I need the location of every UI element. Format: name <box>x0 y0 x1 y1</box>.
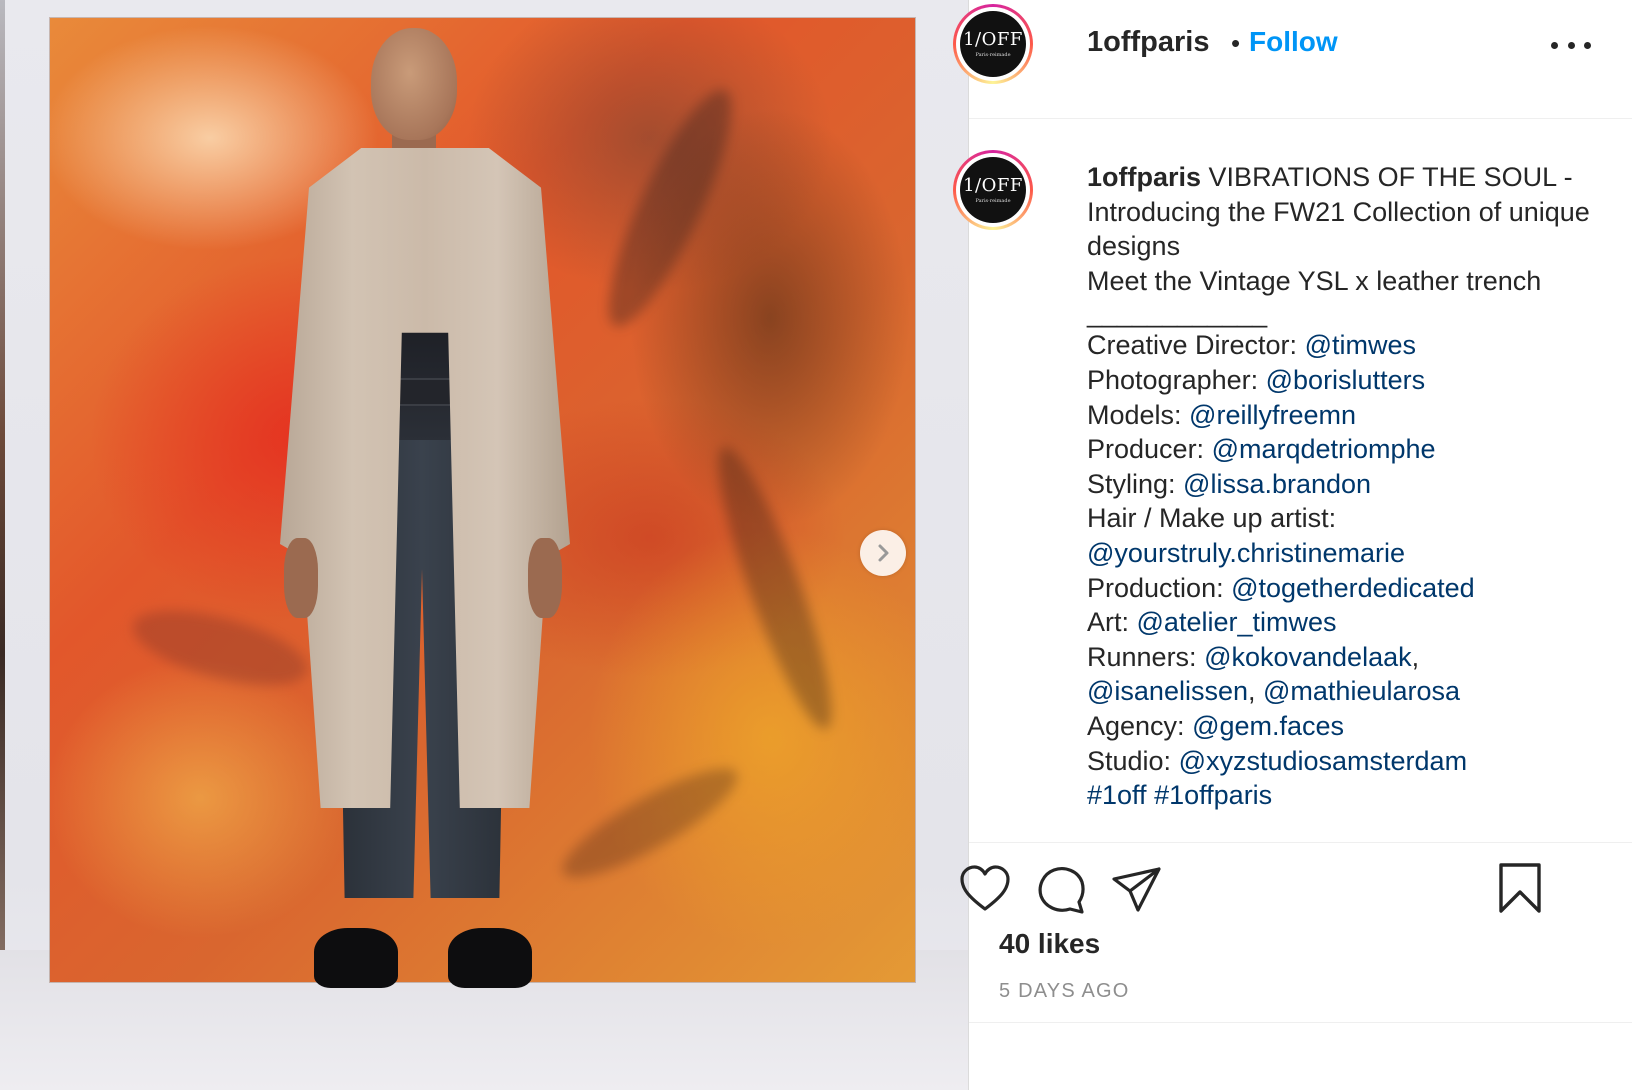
share-icon <box>1112 867 1161 912</box>
divider <box>969 842 1632 843</box>
caption-intro: 1offparis VIBRATIONS OF THE SOUL - Intro… <box>1087 160 1607 264</box>
credit-label: Producer: <box>1087 434 1212 465</box>
like-button[interactable] <box>959 864 1011 919</box>
avatar-border: 1/OFF Paris·reimade <box>956 7 1030 81</box>
post-media[interactable] <box>0 0 968 1090</box>
comment-button[interactable] <box>1035 864 1087 921</box>
next-image-button[interactable] <box>860 530 906 576</box>
mention-link[interactable]: @yourstruly.christinemarie <box>1087 538 1405 568</box>
model-hand <box>528 538 562 618</box>
mention-link[interactable]: @kokovandelaak <box>1204 642 1412 672</box>
avatar-border: 1/OFF Paris·reimade <box>956 153 1030 227</box>
credit-line: Producer: @marqdetriomphe <box>1087 432 1607 467</box>
credit-label: Hair / Make up artist: <box>1087 503 1337 534</box>
mention-separator: , <box>1248 676 1264 707</box>
credit-label: Runners: <box>1087 641 1205 672</box>
mention-link[interactable]: @xyzstudiosamsterdam <box>1179 746 1468 776</box>
chevron-right-icon <box>878 544 889 562</box>
mention-link[interactable]: @gem.faces <box>1192 711 1344 741</box>
credit-line: Creative Director: @timwes <box>1087 328 1607 363</box>
mention-link[interactable]: @togetherdedicated <box>1231 573 1475 603</box>
post-header: 1/OFF Paris·reimade 1offparis • Follow <box>953 0 1632 119</box>
caption-rule: ____________ <box>1087 298 1268 329</box>
mention-link[interactable]: @isanelissen <box>1087 676 1248 706</box>
credit-line: Studio: @xyzstudiosamsterdam <box>1087 744 1607 779</box>
mention-link[interactable]: @atelier_timwes <box>1137 607 1337 637</box>
header-separator: • <box>1231 28 1241 58</box>
follow-button[interactable]: Follow <box>1249 26 1338 58</box>
avatar-logo: 1/OFF Paris·reimade <box>960 11 1026 77</box>
dot <box>1567 41 1575 49</box>
model-figure <box>270 28 580 1028</box>
credit-line: Runners: @kokovandelaak, @isanelissen, @m… <box>1087 640 1607 709</box>
header-avatar[interactable]: 1/OFF Paris·reimade <box>953 4 1033 84</box>
brush-stroke <box>700 438 850 738</box>
model-head <box>371 28 457 140</box>
likes-count[interactable]: 40 likes <box>999 928 1100 960</box>
avatar-logo-text: 1/OFF <box>963 174 1023 196</box>
model-shoe <box>448 928 532 988</box>
post-timestamp[interactable]: 5 DAYS AGO <box>999 980 1130 1003</box>
hashtag-link[interactable]: #1off <box>1087 780 1147 810</box>
mention-link[interactable]: @marqdetriomphe <box>1212 434 1436 464</box>
credit-label: Art: <box>1087 607 1137 638</box>
brush-stroke <box>587 77 753 339</box>
credit-label: Studio: <box>1087 745 1179 776</box>
bookmark-icon <box>1499 863 1541 913</box>
mention-link[interactable]: @borislutters <box>1266 365 1425 395</box>
avatar-tagline: Paris·reimade <box>975 51 1011 58</box>
caption-line: Meet the Vintage YSL x leather trench <box>1087 265 1542 296</box>
credit-label: Photographer: <box>1087 364 1266 395</box>
save-button[interactable] <box>1497 862 1543 919</box>
mention-link[interactable]: @reillyfreemn <box>1189 400 1356 430</box>
post-caption: 1offparis VIBRATIONS OF THE SOUL - Intro… <box>1087 160 1607 813</box>
credit-line: Hair / Make up artist: @yourstruly.chris… <box>1087 501 1607 570</box>
comment-icon <box>1038 867 1085 914</box>
credits-list: Creative Director: @timwes Photographer: … <box>1087 328 1607 778</box>
hashtag-link[interactable]: #1offparis <box>1154 780 1272 810</box>
action-bar <box>960 856 1632 926</box>
model-shoe <box>314 928 398 988</box>
credit-label: Production: <box>1087 572 1232 603</box>
avatar-logo: 1/OFF Paris·reimade <box>960 157 1026 223</box>
more-options-icon[interactable] <box>1551 38 1591 52</box>
credit-label: Creative Director: <box>1087 330 1305 361</box>
avatar-tagline: Paris·reimade <box>975 197 1011 204</box>
mention-link[interactable]: @timwes <box>1305 330 1416 360</box>
dot <box>1584 41 1591 49</box>
credit-line: Models: @reillyfreemn <box>1087 398 1607 433</box>
credit-line: Photographer: @borislutters <box>1087 363 1607 398</box>
hashtags: #1off #1offparis <box>1087 778 1607 813</box>
mention-link[interactable]: @lissa.brandon <box>1183 469 1371 499</box>
brush-stroke <box>550 751 750 895</box>
adjacent-post-edge <box>0 0 5 1090</box>
credit-line: Production: @togetherdedicated <box>1087 571 1607 606</box>
model-hand <box>284 538 318 618</box>
credit-label: Styling: <box>1087 468 1184 499</box>
divider <box>969 1022 1632 1023</box>
share-button[interactable] <box>1111 866 1163 919</box>
mention-link[interactable]: @mathieularosa <box>1263 676 1460 706</box>
mention-separator: , <box>1411 641 1420 672</box>
header-username[interactable]: 1offparis <box>1087 26 1209 59</box>
hashtag-separator <box>1147 780 1155 810</box>
post-side-panel: 1/OFF Paris·reimade 1offparis • Follow 1… <box>953 0 1632 1090</box>
credit-line: Agency: @gem.faces <box>1087 709 1607 744</box>
dot <box>1551 41 1558 49</box>
heart-icon <box>960 865 1010 911</box>
credit-label: Agency: <box>1087 710 1193 741</box>
caption-avatar[interactable]: 1/OFF Paris·reimade <box>953 150 1033 230</box>
avatar-logo-text: 1/OFF <box>963 28 1023 50</box>
caption-username[interactable]: 1offparis <box>1087 162 1201 192</box>
credit-line: Styling: @lissa.brandon <box>1087 467 1607 502</box>
credit-line: Art: @atelier_timwes <box>1087 605 1607 640</box>
credit-label: Models: <box>1087 399 1190 430</box>
